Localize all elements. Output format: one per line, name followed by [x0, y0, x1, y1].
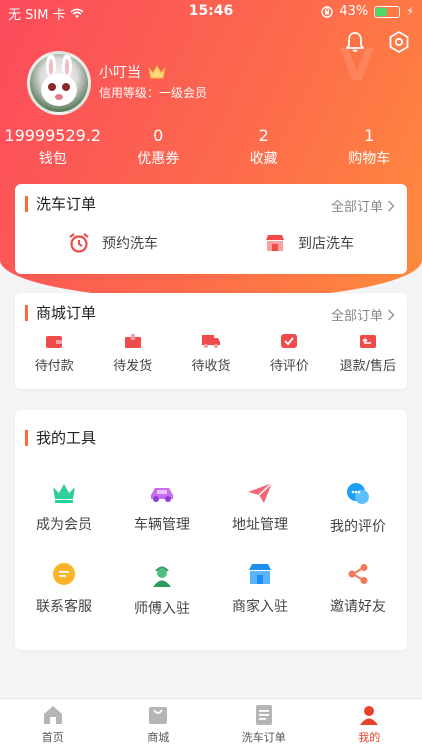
customer-service-button[interactable]: 联系客服 — [15, 562, 113, 618]
wash-orders-card: 洗车订单 全部订单 预约洗车 到店洗车 — [15, 184, 407, 274]
store-wash-button[interactable]: 到店洗车 — [211, 232, 407, 254]
wash-orders-all-link[interactable]: 全部订单 — [331, 196, 395, 215]
wash-orders-title: 洗车订单 — [25, 196, 96, 212]
review-icon — [281, 334, 298, 348]
refund-icon — [359, 335, 376, 348]
technician-join-button[interactable]: 师傅入驻 — [113, 562, 211, 618]
shop-icon — [249, 564, 271, 584]
wallet-icon — [46, 336, 63, 348]
settings-icon[interactable] — [387, 30, 411, 54]
battery-percent: 43% — [339, 4, 369, 19]
refund-button[interactable]: 退款/售后 — [329, 333, 407, 374]
message-icon — [53, 563, 75, 585]
pending-payment-button[interactable]: 待付款 — [15, 333, 93, 374]
bunny-avatar-image — [41, 54, 77, 106]
battery-icon — [374, 5, 401, 18]
status-bar: 无 SIM 卡 15:46 43% ⚡ — [0, 0, 422, 24]
stat-coupons[interactable]: 0 优惠券 — [106, 126, 212, 169]
mall-orders-title: 商城订单 — [25, 305, 96, 321]
book-wash-button[interactable]: 预约洗车 — [15, 232, 211, 254]
tab-bar: 首页 商城 洗车订单 我的 — [0, 698, 422, 750]
tab-wash-orders[interactable]: 洗车订单 — [211, 699, 317, 750]
document-icon — [255, 705, 272, 725]
become-member-button[interactable]: 成为会员 — [15, 482, 113, 536]
car-icon — [151, 488, 173, 502]
vehicle-management-button[interactable]: 车辆管理 — [113, 482, 211, 536]
bag-icon — [149, 707, 168, 724]
store-icon — [266, 235, 284, 251]
pending-review-button[interactable]: 待评价 — [250, 333, 328, 374]
username: 小叮当 — [99, 65, 141, 81]
share-icon — [348, 564, 368, 584]
stat-favorites[interactable]: 2 收藏 — [211, 126, 317, 169]
tab-mine[interactable]: 我的 — [317, 699, 422, 750]
home-icon — [43, 706, 62, 724]
tools-title: 我的工具 — [25, 430, 96, 446]
pending-receipt-button[interactable]: 待收货 — [172, 333, 250, 374]
truck-icon — [202, 335, 221, 348]
credit-level: 信用等级：一级会员 — [99, 86, 208, 100]
crown-icon — [53, 484, 75, 503]
address-management-button[interactable]: 地址管理 — [211, 482, 309, 536]
tab-home[interactable]: 首页 — [0, 699, 106, 750]
chat-bubbles-icon — [347, 483, 369, 504]
account-stats: 19999529.2 钱包 0 优惠券 2 收藏 1 购物车 — [0, 126, 422, 169]
merchant-join-button[interactable]: 商家入驻 — [211, 562, 309, 618]
worker-icon — [153, 566, 171, 587]
invite-friends-button[interactable]: 邀请好友 — [309, 562, 407, 618]
crown-badge-icon — [148, 65, 166, 79]
stat-wallet[interactable]: 19999529.2 钱包 — [0, 126, 106, 169]
charging-icon: ⚡ — [406, 5, 414, 18]
mall-orders-all-link[interactable]: 全部订单 — [331, 305, 395, 324]
chevron-right-icon — [387, 308, 395, 321]
mall-orders-card: 商城订单 全部订单 待付款 待发货 待收货 待评价 退款/售后 — [15, 293, 407, 389]
my-reviews-button[interactable]: 我的评价 — [309, 482, 407, 536]
stat-cart[interactable]: 1 购物车 — [317, 126, 422, 169]
chevron-right-icon — [387, 199, 395, 212]
tab-mall[interactable]: 商城 — [106, 699, 212, 750]
user-icon — [360, 706, 379, 725]
avatar[interactable] — [27, 51, 91, 115]
tools-card: 我的工具 成为会员 车辆管理 地址管理 我的评价 联系客服 师傅入驻 商家入驻 — [15, 410, 407, 650]
package-icon — [124, 334, 141, 348]
orientation-lock-icon — [321, 5, 334, 18]
alarm-clock-icon — [69, 233, 89, 253]
paper-plane-icon — [248, 482, 273, 503]
pending-shipment-button[interactable]: 待发货 — [93, 333, 171, 374]
bell-icon[interactable] — [343, 30, 367, 54]
